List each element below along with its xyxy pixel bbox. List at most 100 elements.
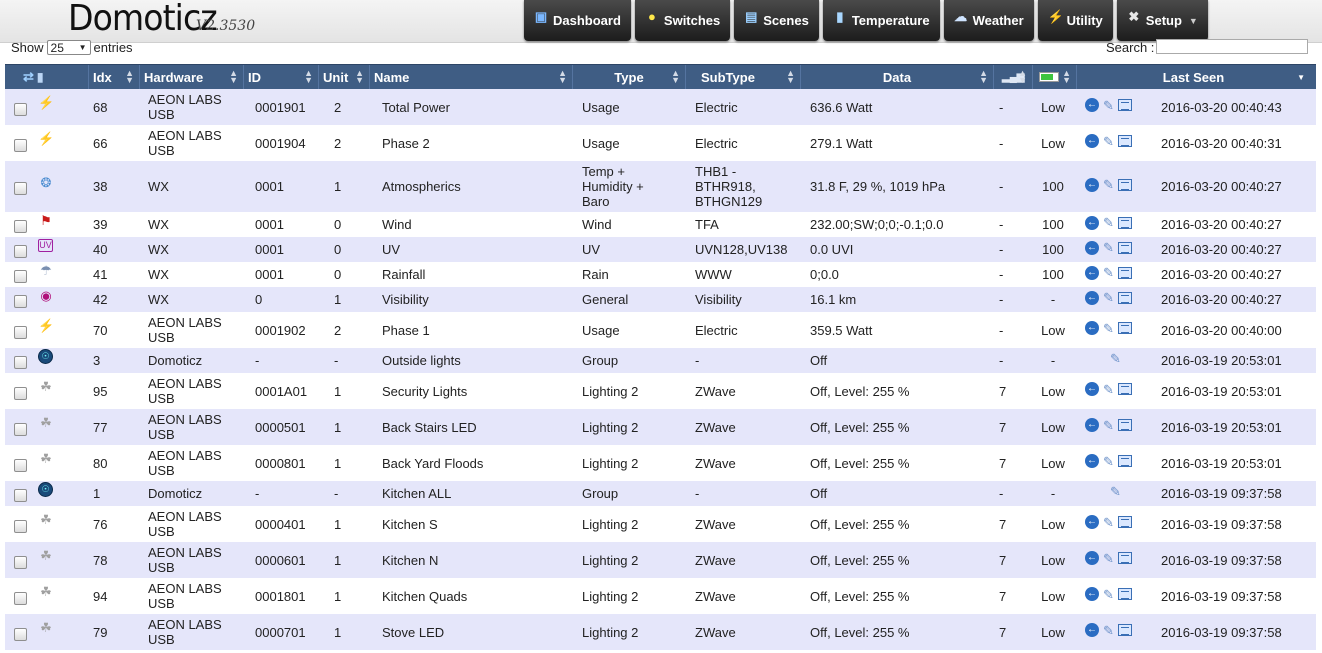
nav-scenes[interactable]: ▤ Scenes <box>734 0 819 41</box>
col-select[interactable]: ⇄ ▮ <box>5 65 89 89</box>
edit-button[interactable]: ✎ <box>1103 382 1114 397</box>
row-checkbox[interactable] <box>14 627 27 641</box>
col-last-seen[interactable]: Last Seen ▼ <box>1077 65 1310 89</box>
edit-button[interactable]: ✎ <box>1103 215 1114 230</box>
col-unit[interactable]: Unit ▲ ▼ <box>319 65 370 89</box>
log-button[interactable]: ← <box>1085 240 1099 255</box>
notifications-button[interactable] <box>1117 455 1132 467</box>
row-checkbox[interactable] <box>14 519 27 533</box>
row-checkbox[interactable] <box>14 458 27 472</box>
notifications-button[interactable] <box>1117 419 1132 431</box>
table-row[interactable]: ⚑ 39 WX 0001 0 Wind Wind TFA 232.00;SW;0;0;-0.1;… <box>5 212 1316 237</box>
row-checkbox[interactable] <box>14 386 27 400</box>
col-hardware[interactable]: Hardware ▲ ▼ <box>140 65 244 89</box>
col-signal[interactable]: ▂▄▆ ▲ ▼ <box>994 65 1033 89</box>
table-row[interactable]: ⚡ 70 AEON LABS USB 0001902 2 Phase 1 Usage Elect… <box>5 312 1316 348</box>
row-checkbox[interactable] <box>14 182 27 195</box>
col-idx[interactable]: Idx ▲ ▼ <box>89 65 140 89</box>
table-row[interactable]: ⚡ 66 AEON LABS USB 0001904 2 Phase 2 Usage Elect… <box>5 125 1316 161</box>
notifications-button[interactable] <box>1117 322 1132 334</box>
notifications-button[interactable] <box>1117 624 1132 636</box>
table-row[interactable]: ☘ 79 AEON LABS USB 0000701 1 Stove LED Lighting… <box>5 614 1316 650</box>
notifications-button[interactable] <box>1117 516 1132 528</box>
nav-switches[interactable]: ● Switches <box>634 0 731 41</box>
col-id[interactable]: ID ▲ ▼ <box>244 65 319 89</box>
edit-button[interactable]: ✎ <box>1103 240 1114 255</box>
notifications-button[interactable] <box>1117 135 1132 147</box>
search-input[interactable] <box>1156 39 1308 54</box>
log-button[interactable]: ← <box>1085 515 1099 529</box>
log-button[interactable]: ← <box>1085 265 1099 280</box>
edit-button[interactable]: ✎ <box>1103 551 1114 566</box>
nav-setup[interactable]: ✖ Setup ▼ <box>1116 0 1208 41</box>
edit-button[interactable]: ✎ <box>1103 321 1114 336</box>
row-checkbox[interactable] <box>14 270 27 283</box>
notifications-button[interactable] <box>1117 588 1132 600</box>
edit-button[interactable]: ✎ <box>1103 265 1114 280</box>
notifications-button[interactable] <box>1117 291 1132 304</box>
notifications-button[interactable] <box>1117 383 1132 395</box>
log-button[interactable]: ← <box>1085 290 1099 305</box>
brand[interactable]: Domoticz V2.3530 <box>68 0 255 39</box>
nav-weather[interactable]: ☁ Weather <box>943 0 1034 41</box>
edit-button[interactable]: ✎ <box>1103 290 1114 305</box>
log-button[interactable]: ← <box>1085 454 1099 468</box>
row-checkbox[interactable] <box>14 220 27 233</box>
table-row[interactable]: ☘ 94 AEON LABS USB 0001801 1 Kitchen Quads Ligh… <box>5 578 1316 614</box>
row-checkbox[interactable] <box>14 138 27 152</box>
row-checkbox[interactable] <box>14 356 27 369</box>
col-type[interactable]: Type ▲ ▼ <box>573 65 686 89</box>
log-button[interactable]: ← <box>1085 177 1099 192</box>
log-button[interactable]: ← <box>1085 134 1099 148</box>
log-button[interactable]: ← <box>1085 215 1099 230</box>
row-checkbox[interactable] <box>14 295 27 308</box>
table-row[interactable]: ◉ 42 WX 0 1 Visibility General Visibility 16.1 k… <box>5 287 1316 312</box>
log-button[interactable]: ← <box>1085 623 1099 637</box>
table-row[interactable]: ☉ 3 Domoticz - - Outside lights Group - Off - - ✎ 20… <box>5 348 1316 373</box>
edit-button[interactable]: ✎ <box>1103 177 1114 192</box>
edit-button[interactable]: ✎ <box>1103 418 1114 433</box>
col-battery[interactable]: ▲ ▼ <box>1033 65 1077 89</box>
notifications-button[interactable] <box>1117 241 1132 254</box>
table-row[interactable]: ☘ 80 AEON LABS USB 0000801 1 Back Yard Floods L… <box>5 445 1316 481</box>
notifications-button[interactable] <box>1117 216 1132 229</box>
edit-button[interactable]: ✎ <box>1110 484 1121 499</box>
nav-temperature[interactable]: ▮ Temperature <box>822 0 940 41</box>
table-row[interactable]: ⚡ 68 AEON LABS USB 0001901 2 Total Power Usage E… <box>5 89 1316 125</box>
row-checkbox[interactable] <box>14 245 27 258</box>
row-checkbox[interactable] <box>14 591 27 605</box>
row-checkbox[interactable] <box>14 102 27 116</box>
edit-button[interactable]: ✎ <box>1103 515 1114 530</box>
row-checkbox[interactable] <box>14 555 27 569</box>
log-button[interactable]: ← <box>1085 418 1099 432</box>
col-data[interactable]: Data ▲ ▼ <box>801 65 994 89</box>
table-row[interactable]: ☘ 77 AEON LABS USB 0000501 1 Back Stairs LED Li… <box>5 409 1316 445</box>
edit-button[interactable]: ✎ <box>1103 134 1114 149</box>
row-checkbox[interactable] <box>14 489 27 502</box>
table-row[interactable]: ☂ 41 WX 0001 0 Rainfall Rain WWW 0;0.0-100 ← ✎ 2016… <box>5 262 1316 287</box>
table-row[interactable]: ☘ 95 AEON LABS USB 0001A01 1 Security Lights Li… <box>5 373 1316 409</box>
row-checkbox[interactable] <box>14 422 27 436</box>
notifications-button[interactable] <box>1117 178 1132 191</box>
log-button[interactable]: ← <box>1085 321 1099 335</box>
edit-button[interactable]: ✎ <box>1103 587 1114 602</box>
nav-utility[interactable]: ⚡ Utility <box>1037 0 1113 41</box>
table-row[interactable]: ☉ 1 Domoticz - - Kitchen ALL Group - Off - - ✎ 2016-… <box>5 481 1316 506</box>
table-row[interactable]: ☘ 76 AEON LABS USB 0000401 1 Kitchen S Lighting… <box>5 506 1316 542</box>
log-button[interactable]: ← <box>1085 587 1099 601</box>
col-name[interactable]: Name ▲ ▼ <box>370 65 573 89</box>
nav-dashboard[interactable]: ▣ Dashboard <box>524 0 631 41</box>
edit-button[interactable]: ✎ <box>1103 98 1114 113</box>
col-subtype[interactable]: SubType ▲ ▼ <box>686 65 801 89</box>
log-button[interactable]: ← <box>1085 382 1099 396</box>
notifications-button[interactable] <box>1117 552 1132 564</box>
edit-button[interactable]: ✎ <box>1110 351 1121 366</box>
table-row[interactable]: UV 40 WX 0001 0 UV UV UVN128,UV138 0.0 UVI -100 ← ✎… <box>5 237 1316 262</box>
edit-button[interactable]: ✎ <box>1103 454 1114 469</box>
log-button[interactable]: ← <box>1085 98 1099 112</box>
notifications-button[interactable] <box>1117 266 1132 279</box>
log-button[interactable]: ← <box>1085 551 1099 565</box>
table-row[interactable]: ☘ 78 AEON LABS USB 0000601 1 Kitchen N Lighting… <box>5 542 1316 578</box>
edit-button[interactable]: ✎ <box>1103 623 1114 638</box>
row-checkbox[interactable] <box>14 325 27 339</box>
